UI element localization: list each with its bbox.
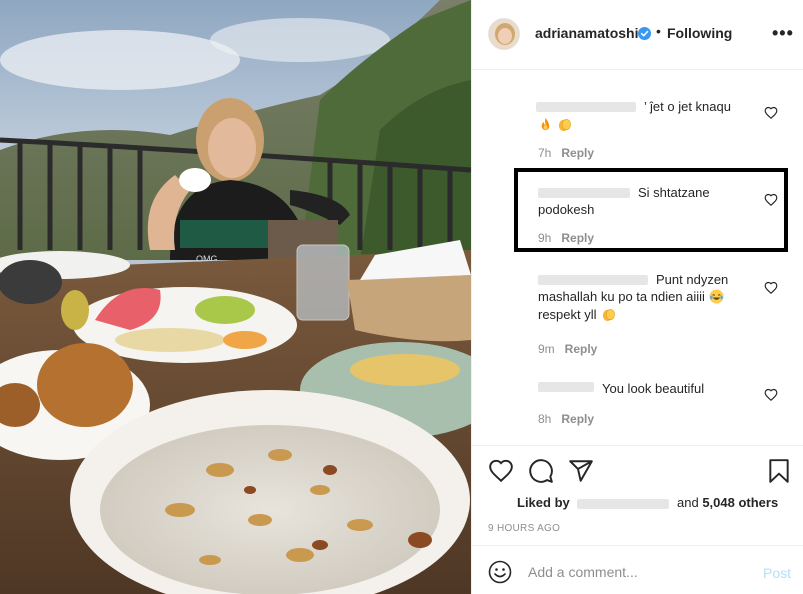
comment-text: ’ ĵet o jet knaqu [644, 99, 731, 114]
laughing-emoji-icon [709, 289, 724, 304]
highlight-annotation-box [514, 168, 788, 252]
comment-text-line-1: Punt ndyzen [656, 272, 729, 287]
comment-meta: 7h Reply [538, 146, 594, 160]
like-comment-heart-icon[interactable] [764, 281, 778, 295]
comment-time: 9m [538, 342, 555, 356]
comment-item: ’ ĵet o jet knaqu 7h Reply [472, 96, 803, 166]
following-button[interactable]: Following [667, 25, 732, 41]
comment-time: 7h [538, 146, 552, 160]
clapping-hands-emoji-icon [559, 119, 572, 132]
post-side-panel: adrianamatoshi • Following ••• ’ ĵet o j… [471, 0, 803, 594]
like-comment-heart-icon[interactable] [764, 106, 778, 120]
comment-text-line-2-row: mashallah ku po ta ndien aiiii [538, 288, 724, 306]
comment-item: Punt ndyzen mashallah ku po ta ndien aii… [472, 268, 803, 363]
add-comment-input[interactable] [528, 560, 748, 584]
reply-button[interactable]: Reply [561, 146, 594, 160]
clapping-hands-emoji-icon [602, 309, 615, 322]
post-actions-section: Liked by and 5,048 others 9 HOURS AGO [472, 445, 803, 545]
more-options-button[interactable]: ••• [772, 24, 794, 42]
comment-item: You look beautiful 8h Reply [472, 375, 803, 435]
like-heart-icon[interactable] [488, 458, 514, 484]
comment-text-line-3-row: respekt yll [538, 306, 616, 324]
liker-username-redacted[interactable] [577, 498, 670, 509]
comment-meta: 8h Reply [538, 412, 594, 426]
emoji-picker-smile-icon[interactable] [488, 560, 512, 584]
post-header: adrianamatoshi • Following ••• [472, 0, 803, 70]
post-timestamp[interactable]: 9 HOURS AGO [488, 523, 560, 534]
post-photo: OMG [0, 0, 471, 594]
fire-emoji-icon [541, 117, 550, 131]
reply-button[interactable]: Reply [561, 412, 594, 426]
comment-time: 8h [538, 412, 552, 426]
comment-meta: 9m Reply [538, 342, 597, 356]
comment-username-redacted [536, 102, 636, 112]
post-comment-button[interactable]: Post [763, 565, 791, 581]
likes-summary: Liked by and 5,048 others [517, 495, 778, 510]
likes-and-label: and [677, 495, 699, 510]
likes-others-count[interactable]: 5,048 others [702, 495, 778, 510]
comments-list: ’ ĵet o jet knaqu 7h Reply Si shtatzane … [472, 70, 803, 445]
comment-emoji-row [538, 116, 572, 134]
liked-by-prefix: Liked by [517, 495, 570, 510]
comment-text-line-2: mashallah ku po ta ndien aiiii [538, 289, 705, 304]
add-comment-bar: Post [472, 545, 803, 594]
comment-text-line-3: respekt yll [538, 307, 597, 322]
comment-bubble-icon[interactable] [528, 458, 554, 484]
comment-username-redacted [538, 275, 648, 285]
avatar[interactable] [488, 18, 520, 50]
verified-badge-icon [638, 27, 651, 40]
like-comment-heart-icon[interactable] [764, 388, 778, 402]
reply-button[interactable]: Reply [565, 342, 598, 356]
save-bookmark-icon[interactable] [766, 458, 792, 484]
username-link[interactable]: adrianamatoshi [535, 25, 638, 41]
breakfast-photo-illustration: OMG [0, 0, 471, 594]
comment-username-redacted [538, 382, 594, 392]
share-paper-plane-icon[interactable] [568, 458, 594, 484]
comment-text: You look beautiful [602, 381, 705, 396]
header-separator: • [656, 23, 661, 39]
